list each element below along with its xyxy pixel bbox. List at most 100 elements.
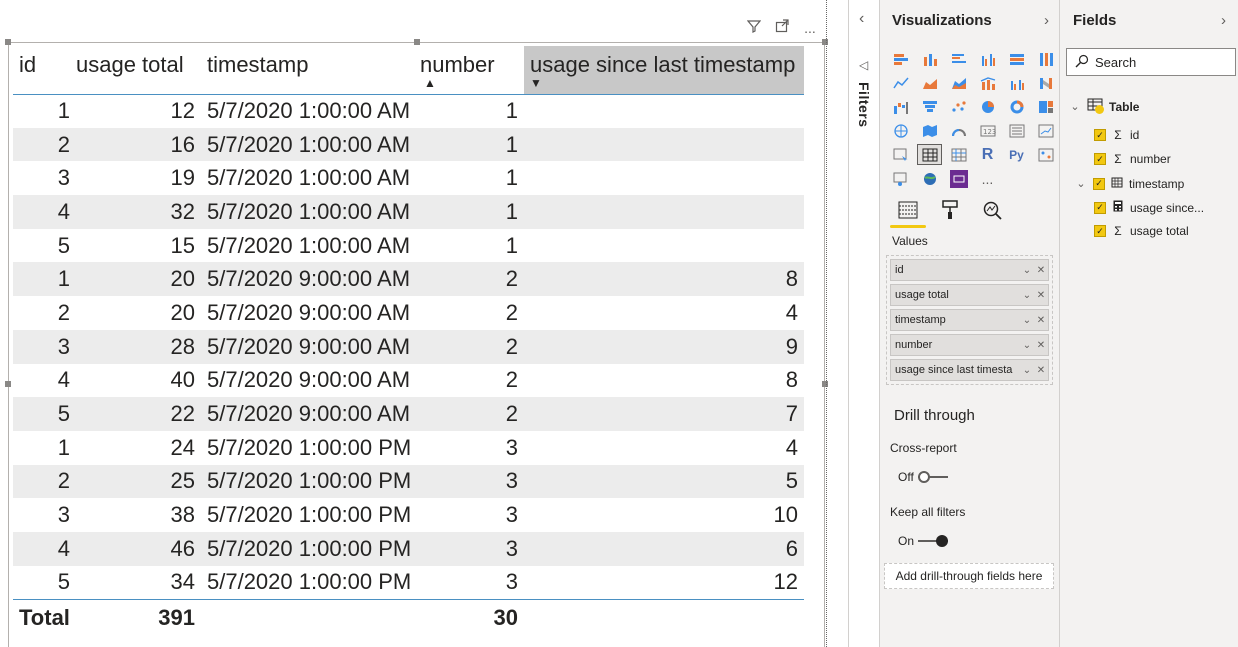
chevron-left-icon[interactable]: ‹ [859, 10, 864, 28]
close-icon[interactable]: ✕ [1034, 340, 1048, 351]
resize-handle[interactable] [822, 381, 828, 387]
filled-map-icon[interactable] [917, 120, 942, 141]
chevron-down-icon[interactable]: ⌄ [1069, 100, 1081, 113]
cell-id: 1 [57, 98, 70, 124]
more-options-icon[interactable]: ... [802, 20, 818, 36]
pie-chart-icon[interactable] [975, 96, 1000, 117]
value-well-item[interactable]: usage total ⌄ ✕ [890, 284, 1049, 306]
cell-timestamp: 5/7/2020 1:00:00 AM [201, 195, 420, 229]
arcgis-map-icon[interactable] [917, 168, 942, 189]
total-number: 30 [420, 598, 524, 636]
stacked-bar-chart-icon[interactable] [888, 48, 913, 69]
scatter-chart-icon[interactable] [946, 96, 971, 117]
value-well-item[interactable]: timestamp ⌄ ✕ [890, 309, 1049, 331]
cell-id: 4 [13, 195, 76, 229]
cell-timestamp: 5/7/2020 9:00:00 AM [207, 299, 411, 325]
more-visuals-icon[interactable]: ... [975, 168, 1000, 189]
funnel-chart-icon[interactable] [917, 96, 942, 117]
fields-tab[interactable] [890, 196, 926, 228]
checkbox-checked-icon[interactable]: ✓ [1094, 153, 1106, 165]
checkbox-checked-icon[interactable]: ✓ [1093, 177, 1105, 190]
value-well-item[interactable]: number ⌄ ✕ [890, 334, 1049, 356]
key-influencers-icon[interactable] [1033, 144, 1058, 165]
drill-through-drop-zone[interactable]: Add drill-through fields here [884, 563, 1054, 589]
resize-handle[interactable] [822, 39, 828, 45]
format-tab[interactable] [938, 196, 962, 224]
card-icon[interactable]: 123 [975, 120, 1000, 141]
value-well-item[interactable]: usage since last timesta ⌄ ✕ [890, 359, 1049, 381]
area-chart-icon[interactable] [917, 72, 942, 93]
cell-usage-total: 22 [76, 397, 201, 431]
close-icon[interactable]: ✕ [1034, 290, 1048, 301]
gauge-icon[interactable] [946, 120, 971, 141]
checkbox-checked-icon[interactable]: ✓ [1094, 129, 1106, 141]
table-node[interactable]: ⌄ Table [1069, 98, 1139, 115]
chevron-right-icon[interactable]: › [1221, 12, 1226, 29]
column-header-id[interactable]: id [13, 46, 76, 95]
resize-handle[interactable] [414, 39, 420, 45]
donut-chart-icon[interactable] [1004, 96, 1029, 117]
r-visual-icon[interactable]: R [975, 144, 1000, 165]
toggle-switch[interactable] [918, 535, 949, 547]
table-icon[interactable] [917, 144, 942, 165]
resize-handle[interactable] [5, 381, 11, 387]
close-icon[interactable]: ✕ [1034, 315, 1048, 326]
ribbon-chart-icon[interactable] [1033, 72, 1058, 93]
keep-all-filters-label: Keep all filters [890, 505, 966, 519]
value-well-item[interactable]: id ⌄ ✕ [890, 259, 1049, 281]
checkbox-checked-icon[interactable]: ✓ [1094, 201, 1106, 214]
stacked-column-chart-icon[interactable] [917, 48, 942, 69]
clustered-bar-chart-icon[interactable] [946, 48, 971, 69]
100-bar-chart-icon[interactable] [1004, 48, 1029, 69]
treemap-icon[interactable] [1033, 96, 1058, 117]
clustered-column-chart-icon[interactable] [975, 48, 1000, 69]
line-chart-icon[interactable] [888, 72, 913, 93]
chevron-down-icon[interactable]: ⌄ [1075, 177, 1087, 190]
multi-row-card-icon[interactable] [1004, 120, 1029, 141]
column-header-usage-since-last-timestamp[interactable]: usage since last timestamp ▼ [524, 46, 804, 95]
filter-icon[interactable] [746, 19, 762, 36]
field-item-usage-since[interactable]: ✓ usage since... [1094, 200, 1204, 215]
matrix-icon[interactable] [946, 144, 971, 165]
slicer-icon[interactable] [888, 144, 913, 165]
analytics-tab[interactable] [980, 196, 1004, 224]
chevron-down-icon[interactable]: ⌄ [1020, 290, 1034, 301]
column-header-usage-total[interactable]: usage total [76, 46, 201, 95]
chevron-down-icon[interactable]: ⌄ [1020, 340, 1034, 351]
cell-usage-total: 28 [76, 329, 201, 364]
map-icon[interactable] [888, 120, 913, 141]
filters-pane[interactable]: ‹ ◁ Filters [848, 0, 879, 647]
cross-report-toggle[interactable]: Off [898, 470, 948, 484]
line-and-column-chart-icon[interactable] [975, 72, 1000, 93]
resize-handle[interactable] [5, 39, 11, 45]
column-header-timestamp[interactable]: timestamp [201, 46, 420, 95]
line-and-clustered-column-chart-icon[interactable] [1004, 72, 1029, 93]
chevron-down-icon[interactable]: ⌄ [1020, 265, 1034, 276]
field-item-timestamp[interactable]: ⌄ ✓ timestamp [1075, 176, 1184, 191]
total-timestamp [201, 598, 420, 636]
chevron-down-icon[interactable]: ⌄ [1020, 365, 1034, 376]
python-visual-icon[interactable]: Py [1004, 144, 1029, 165]
focus-mode-icon[interactable] [774, 19, 790, 36]
search-input[interactable]: Search [1066, 48, 1236, 76]
drill-through-title: Drill through [894, 407, 975, 424]
checkbox-checked-icon[interactable]: ✓ [1094, 225, 1106, 237]
close-icon[interactable]: ✕ [1034, 365, 1048, 376]
close-icon[interactable]: ✕ [1034, 265, 1048, 276]
100-column-chart-icon[interactable] [1033, 48, 1058, 69]
chevron-right-icon[interactable]: › [1044, 12, 1049, 29]
waterfall-chart-icon[interactable] [888, 96, 913, 117]
stacked-area-chart-icon[interactable] [946, 72, 971, 93]
cell-usage-since-last-timestamp: 4 [785, 434, 798, 460]
chevron-down-icon[interactable]: ⌄ [1020, 315, 1034, 326]
kpi-icon[interactable] [1033, 120, 1058, 141]
custom-visual-icon[interactable] [946, 168, 971, 189]
toggle-switch[interactable] [917, 471, 948, 483]
decomposition-tree-icon[interactable] [888, 168, 913, 189]
column-header-number[interactable]: number ▲ [420, 46, 524, 95]
cell-timestamp: 5/7/2020 1:00:00 PM [207, 502, 412, 528]
keep-all-filters-toggle[interactable]: On [898, 534, 949, 548]
field-item-id[interactable]: ✓ Σ id [1094, 128, 1139, 142]
field-item-number[interactable]: ✓ Σ number [1094, 152, 1171, 166]
field-item-usage-total[interactable]: ✓ Σ usage total [1094, 224, 1189, 238]
